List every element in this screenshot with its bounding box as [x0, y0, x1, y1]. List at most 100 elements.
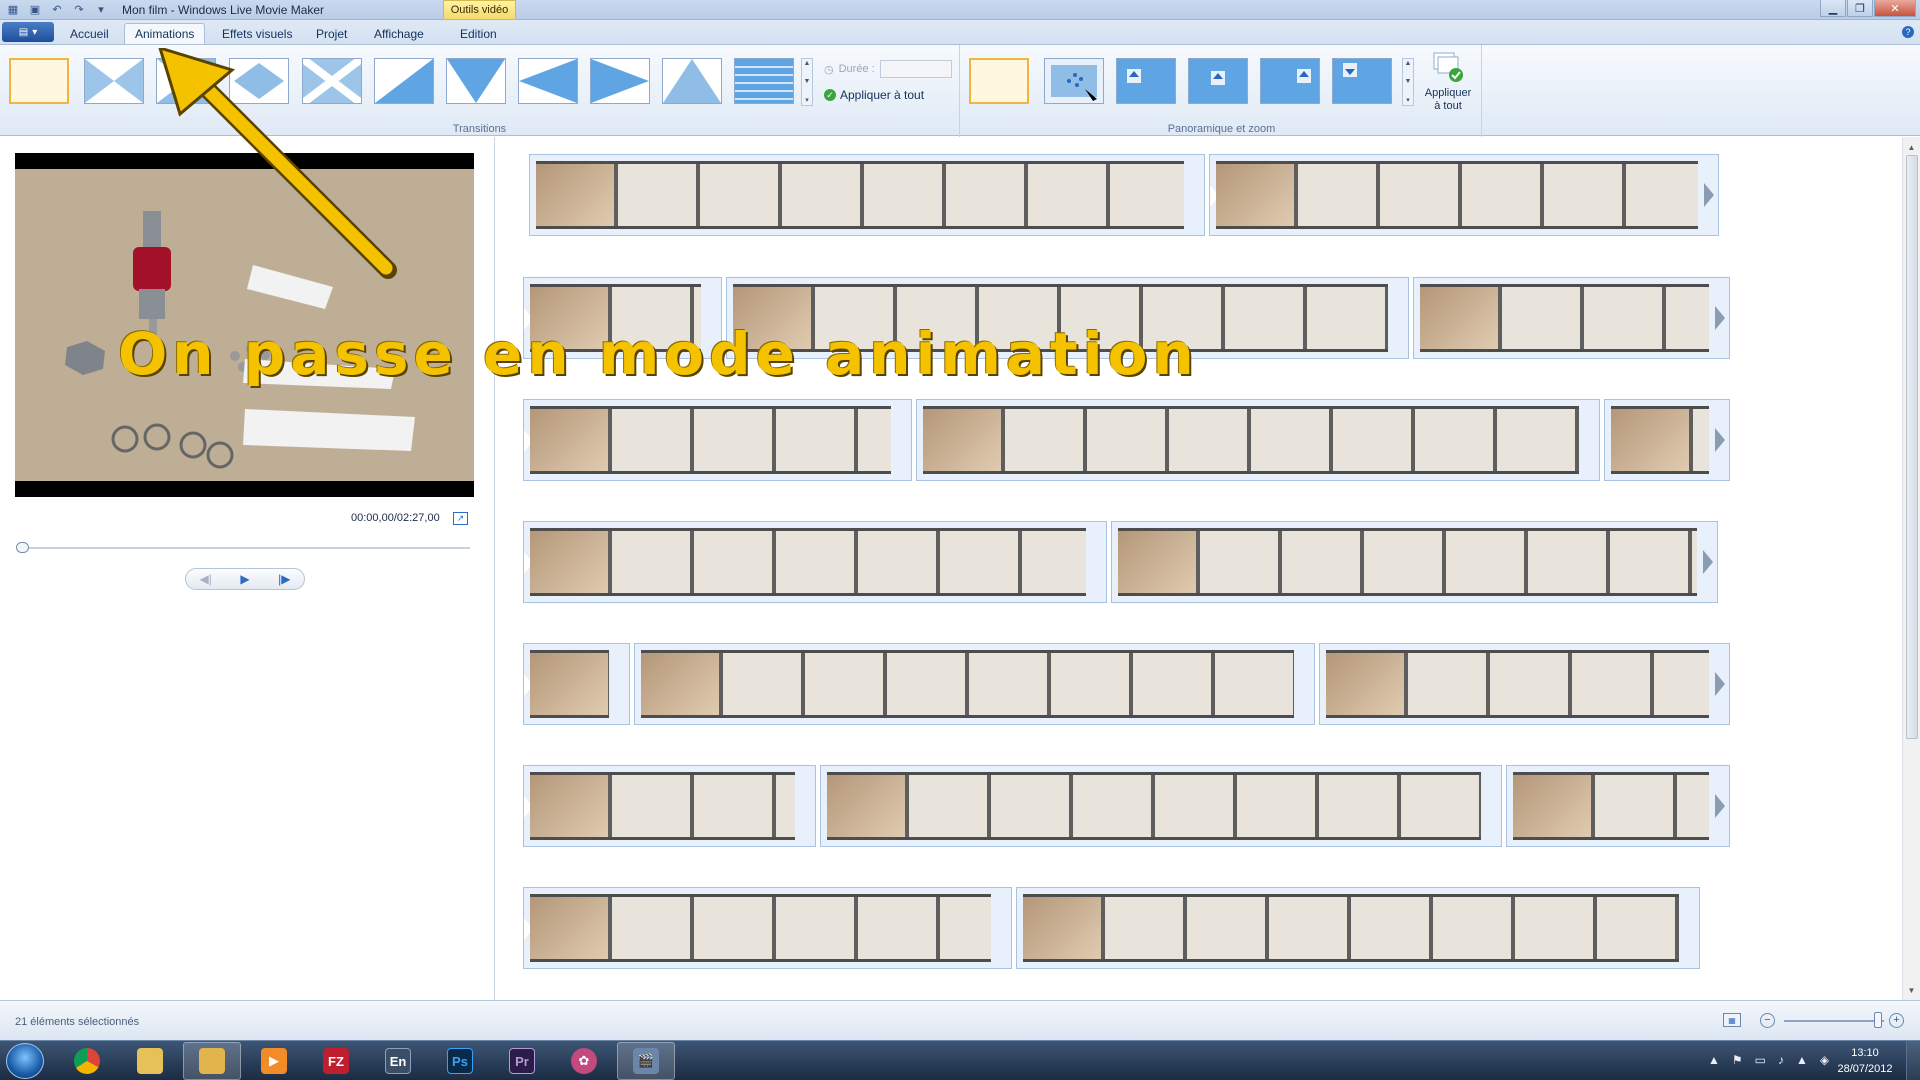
storyboard-clip[interactable] — [916, 399, 1600, 481]
show-hidden-icons-icon[interactable]: ▲ — [1708, 1053, 1720, 1067]
expand-gallery-icon[interactable]: ▾ — [805, 96, 809, 104]
transition-tile[interactable] — [518, 58, 578, 104]
taskbar-photoshop[interactable]: Ps — [431, 1042, 489, 1080]
taskbar-language[interactable]: En — [369, 1042, 427, 1080]
pan-zoom-automatic[interactable] — [1044, 58, 1104, 104]
maximize-button[interactable]: ❐ — [1847, 0, 1873, 17]
next-frame-button[interactable]: |▶ — [270, 570, 298, 588]
transition-tile[interactable] — [590, 58, 650, 104]
scrollbar-thumb[interactable] — [1906, 155, 1918, 739]
storyboard-clip[interactable] — [1506, 765, 1730, 847]
scroll-up-icon[interactable]: ▲ — [804, 60, 811, 67]
taskbar-movie-maker[interactable]: 🎬 — [617, 1042, 675, 1080]
clock[interactable]: 13:10 28/07/2012 — [1828, 1045, 1902, 1077]
paint-icon: ✿ — [571, 1048, 597, 1074]
scroll-up-icon[interactable]: ▲ — [1903, 139, 1920, 155]
zoom-thumb[interactable] — [1874, 1012, 1882, 1028]
fullscreen-icon[interactable]: ↗ — [453, 512, 468, 525]
taskbar-explorer-active[interactable] — [183, 1042, 241, 1080]
context-tab-label: Outils vidéo — [443, 0, 516, 20]
transition-tile[interactable] — [446, 58, 506, 104]
storyboard-clip[interactable] — [529, 154, 1205, 236]
network-icon[interactable]: ▲ — [1796, 1053, 1808, 1067]
seek-thumb[interactable] — [16, 542, 29, 553]
redo-icon[interactable]: ↷ — [70, 1, 88, 18]
premiere-icon: Pr — [509, 1048, 535, 1074]
start-button[interactable] — [6, 1043, 44, 1079]
scroll-up-icon[interactable]: ▲ — [1405, 60, 1412, 67]
tab-edition[interactable]: Edition — [450, 23, 507, 44]
movie-maker-icon: 🎬 — [633, 1048, 659, 1074]
tab-affichage[interactable]: Affichage — [364, 23, 434, 44]
zoom-out-button[interactable]: − — [1760, 1013, 1775, 1028]
pan-zoom-tile[interactable] — [1332, 58, 1392, 104]
window-controls: ▁ ❐ ✕ — [1820, 0, 1916, 17]
expand-gallery-icon[interactable]: ▾ — [1406, 96, 1410, 104]
storyboard-clip[interactable] — [523, 765, 816, 847]
taskbar-premiere[interactable]: Pr — [493, 1042, 551, 1080]
storyboard-clip[interactable] — [1209, 154, 1719, 236]
storyboard-clip[interactable] — [1111, 521, 1718, 603]
storyboard-clip[interactable] — [1016, 887, 1700, 969]
save-icon[interactable]: ▣ — [26, 1, 44, 18]
taskbar-media-player[interactable]: ▶ — [245, 1042, 303, 1080]
storyboard-clip[interactable] — [1319, 643, 1730, 725]
transition-tile[interactable] — [662, 58, 722, 104]
storyboard-clip[interactable] — [1413, 277, 1730, 359]
storyboard-clip[interactable] — [523, 887, 1012, 969]
taskbar-chrome[interactable] — [58, 1042, 116, 1080]
clock-date: 28/07/2012 — [1837, 1063, 1893, 1075]
thumbnail-size-icon[interactable]: ▦ — [1723, 1013, 1741, 1027]
tab-effets-visuels[interactable]: Effets visuels — [212, 23, 302, 44]
minimize-button[interactable]: ▁ — [1820, 0, 1846, 17]
storyboard-clip[interactable] — [523, 521, 1107, 603]
volume-icon[interactable]: ♪ — [1778, 1053, 1784, 1067]
storyboard-clip[interactable] — [634, 643, 1315, 725]
storyboard-clip[interactable] — [820, 765, 1502, 847]
tab-accueil[interactable]: Accueil — [60, 23, 119, 44]
pan-zoom-none[interactable] — [969, 58, 1029, 104]
zoom-slider[interactable] — [1784, 1020, 1884, 1022]
scroll-down-icon[interactable]: ▼ — [1405, 78, 1412, 85]
app-icon[interactable]: ▦ — [4, 1, 22, 18]
customize-qat-icon[interactable]: ▾ — [92, 1, 110, 18]
pan-zoom-tile[interactable] — [1260, 58, 1320, 104]
close-button[interactable]: ✕ — [1874, 0, 1916, 17]
app-menu-button[interactable]: ▤ ▾ — [2, 22, 54, 42]
previous-frame-button[interactable]: ◀| — [192, 570, 220, 588]
help-icon[interactable]: ? — [1902, 26, 1914, 38]
storyboard-clip[interactable] — [1604, 399, 1730, 481]
status-bar: 21 éléments sélectionnés ▦ − + — [0, 1000, 1920, 1040]
pan-zoom-group: ▲ ▼ ▾ Panoramique et zoom — [962, 45, 1482, 137]
transitions-gallery-scroll[interactable]: ▲ ▼ ▾ — [801, 58, 813, 106]
taskbar-paint[interactable]: ✿ — [555, 1042, 613, 1080]
apply-all-transitions-button[interactable]: ✓ Appliquer à tout — [824, 88, 924, 102]
tab-projet[interactable]: Projet — [306, 23, 357, 44]
seek-bar[interactable] — [18, 547, 470, 549]
storyboard-scrollbar[interactable]: ▲ ▼ — [1902, 137, 1920, 1000]
play-button[interactable]: ▶ — [231, 570, 259, 588]
taskbar-explorer[interactable] — [121, 1042, 179, 1080]
storyboard-clip[interactable] — [523, 643, 630, 725]
check-icon: ✓ — [824, 89, 836, 101]
scroll-down-icon[interactable]: ▼ — [1903, 982, 1920, 998]
transition-none[interactable] — [9, 58, 69, 104]
apply-all-pan-zoom-button[interactable]: Appliquer à tout — [1420, 47, 1476, 113]
pan-zoom-gallery-scroll[interactable]: ▲ ▼ ▾ — [1402, 58, 1414, 106]
storyboard-clip[interactable] — [523, 399, 912, 481]
undo-icon[interactable]: ↶ — [48, 1, 66, 18]
storyboard[interactable] — [496, 137, 1896, 1000]
zoom-in-button[interactable]: + — [1889, 1013, 1904, 1028]
action-center-icon[interactable]: ⚑ — [1732, 1053, 1743, 1067]
taskbar-filezilla[interactable]: FZ — [307, 1042, 365, 1080]
transition-tile[interactable] — [84, 58, 144, 104]
scroll-down-icon[interactable]: ▼ — [804, 78, 811, 85]
display-icon[interactable]: ▭ — [1755, 1053, 1766, 1067]
transition-tile[interactable] — [734, 58, 794, 104]
show-desktop-button[interactable] — [1906, 1041, 1920, 1080]
pan-zoom-tile[interactable] — [1188, 58, 1248, 104]
pan-zoom-tile[interactable] — [1116, 58, 1176, 104]
duration-dropdown[interactable] — [879, 60, 952, 78]
playback-controls: ◀| ▶ |▶ — [185, 568, 305, 590]
tab-animations[interactable]: Animations — [124, 23, 206, 44]
